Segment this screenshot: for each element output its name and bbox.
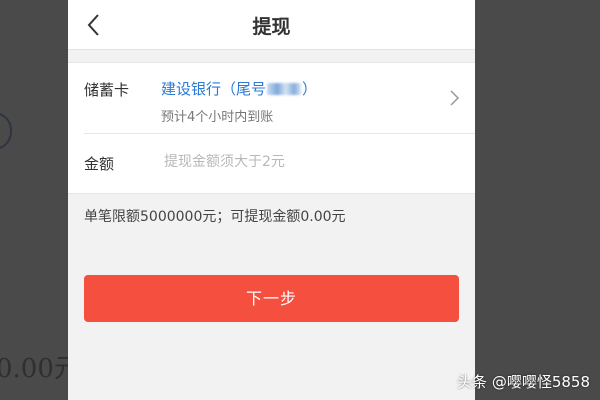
- bank-name-suffix: ）: [302, 80, 318, 98]
- bank-account-name: 建设银行（尾号 ）: [161, 78, 317, 99]
- chevron-right-icon: [450, 90, 460, 106]
- debit-card-label: 储蓄卡: [84, 81, 130, 99]
- limit-info: 单笔限额5000000元；可提现金额0.00元: [84, 209, 346, 225]
- watermark-text: 头条 @嘤嘤怪5858: [457, 373, 590, 391]
- amount-label: 金额: [84, 155, 115, 173]
- bank-name-text: 建设银行（尾号: [161, 80, 267, 98]
- debit-card-selector[interactable]: 储蓄卡 建设银行（尾号 ） 预计4个小时内到账: [68, 63, 475, 133]
- amount-row: 金额: [68, 134, 475, 193]
- next-step-button[interactable]: 下一步: [84, 275, 459, 322]
- masked-card-number: [267, 83, 302, 95]
- page-title: 提现: [252, 16, 291, 38]
- amount-input[interactable]: [164, 150, 454, 174]
- nav-header: 提现: [68, 0, 475, 50]
- withdraw-screen: 提现 储蓄卡 建设银行（尾号 ） 预计4个小时内到账 金额 单笔限额5000000…: [68, 0, 475, 400]
- background-decoration: [0, 112, 12, 150]
- withdraw-form-card: 储蓄卡 建设银行（尾号 ） 预计4个小时内到账 金额: [68, 62, 475, 194]
- arrival-estimate: 预计4个小时内到账: [161, 110, 274, 125]
